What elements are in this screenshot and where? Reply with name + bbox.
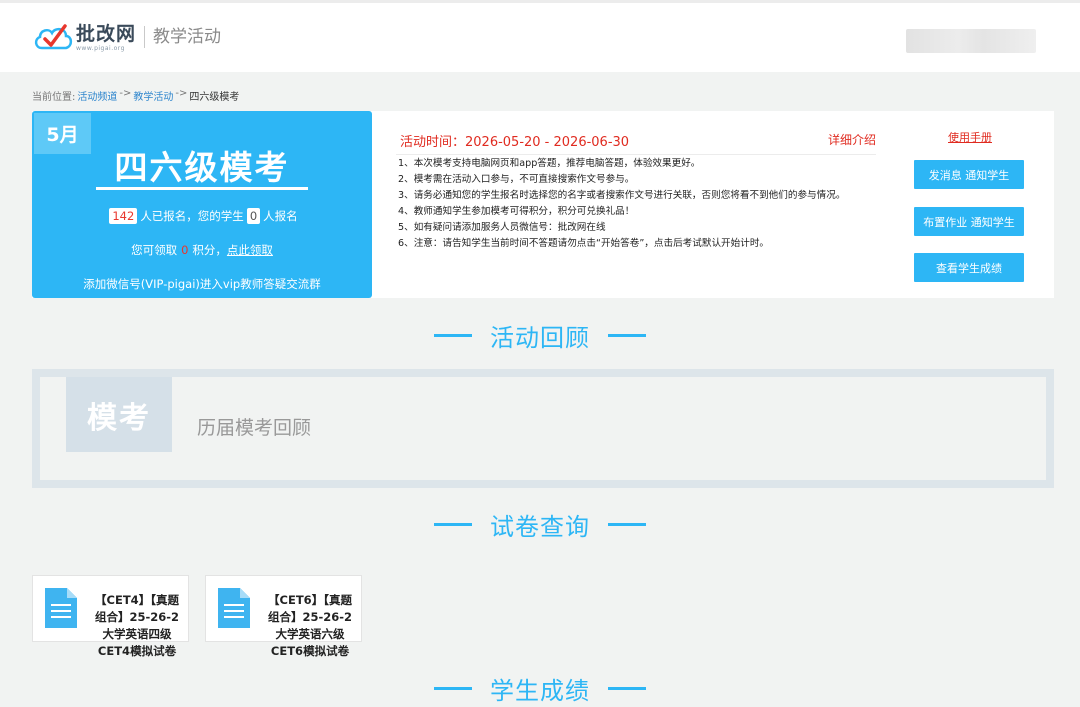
logo-name: 批改网 (76, 22, 137, 45)
student-count: 0 (246, 208, 261, 224)
cloud-check-icon (34, 24, 73, 50)
top-header: 批改网 www.pigai.org 教学活动 (0, 0, 1080, 72)
info-header: 活动时间：2026-05-20 - 2026-06-30 详细介绍 (396, 129, 876, 155)
breadcrumb-item-teaching-activity[interactable]: 教学活动 (133, 88, 173, 103)
paper-title: 【CET4】【真题组合】25-26-2大学英语四级CET4模拟试卷 (94, 593, 180, 658)
wechat-note: 添加微信号(VIP-pigai)进入vip教师答疑交流群 (83, 277, 321, 291)
section-title-scores: 学生成绩 (0, 671, 1080, 706)
site-logo[interactable]: 批改网 www.pigai.org 教学活动 (32, 21, 221, 53)
title-dash (434, 334, 472, 337)
logo-divider (144, 26, 146, 48)
title-underline (96, 187, 308, 190)
logo-url: www.pigai.org (76, 44, 125, 52)
action-panel: 使用手册 发消息 通知学生 布置作业 通知学生 查看学生成绩 (914, 111, 1024, 298)
user-info-blurred[interactable] (906, 29, 1036, 53)
breadcrumb-separator: -> (175, 88, 188, 99)
title-dash (434, 687, 472, 690)
assign-homework-button[interactable]: 布置作业 通知学生 (914, 207, 1024, 236)
breadcrumb-prefix: 当前位置: (32, 92, 76, 103)
user-manual-link[interactable]: 使用手册 (948, 129, 992, 145)
section-title-text: 学生成绩 (490, 677, 590, 705)
note-item: 6、注意：请告知学生当前时间不答题请勿点击“开始答卷”，点击后考试默认开始计时。 (398, 238, 770, 249)
send-message-button[interactable]: 发消息 通知学生 (914, 160, 1024, 189)
title-dash (608, 687, 646, 690)
signup-stats: 142 人已报名，您的学生 0 人报名 (32, 208, 372, 224)
breadcrumb: 当前位置: 活动频道 -> 教学活动 -> 四六级模考 (32, 88, 239, 103)
paper-card-cet6[interactable]: 【CET6】【真题组合】25-26-2大学英语六级CET6模拟试卷 (205, 575, 362, 658)
activity-banner: 5月 四六级模考 142 人已报名，您的学生 0 人报名 您可领取 0 积分，点此领取 添… (32, 111, 372, 298)
activity-notes: 1、本次模考支持电脑网页和app答题，推荐电脑答题，体验效果更好。 2、模考需在… (398, 156, 888, 252)
note-item: 3、请务必通知您的学生报名时选择您的名字或者搜索作文号进行关联，否则您将看不到他… (398, 190, 846, 201)
note-item: 4、教师通知学生参加模考可得积分，积分可兑换礼品！ (398, 206, 635, 217)
activity-info: 活动时间：2026-05-20 - 2026-06-30 详细介绍 1、本次模考… (396, 111, 876, 298)
review-tag: 模考 (66, 377, 172, 452)
points-suffix: 积分， (192, 243, 227, 257)
past-exams-link[interactable]: 历届模考回顾 (197, 413, 311, 440)
points-value: 0 (181, 243, 189, 257)
activity-card: 5月 四六级模考 142 人已报名，您的学生 0 人报名 您可领取 0 积分，点此领取 添… (32, 111, 1054, 298)
signup-count: 142 (109, 208, 138, 224)
paper-title: 【CET6】【真题组合】25-26-2大学英语六级CET6模拟试卷 (267, 593, 353, 658)
breadcrumb-separator: -> (119, 88, 132, 99)
detail-link[interactable]: 详细介绍 (828, 131, 876, 148)
title-dash (608, 334, 646, 337)
note-item: 5、如有疑问请添加服务人员微信号：批改网在线 (398, 222, 606, 233)
section-title-text: 活动回顾 (490, 324, 590, 352)
section-title-text: 试卷查询 (490, 513, 590, 541)
review-box: 模考 历届模考回顾 (32, 369, 1054, 488)
title-dash (434, 523, 472, 526)
view-scores-button[interactable]: 查看学生成绩 (914, 253, 1024, 282)
review-inner: 模考 历届模考回顾 (40, 377, 1046, 480)
paper-card-cet4[interactable]: 【CET4】【真题组合】25-26-2大学英语四级CET4模拟试卷 (32, 575, 189, 658)
signup-text: 人已报名，您的学生 (140, 209, 244, 223)
activity-period: 活动时间：2026-05-20 - 2026-06-30 (400, 135, 630, 150)
note-item: 2、模考需在活动入口参与，不可直接搜索作文号参与。 (398, 174, 635, 185)
document-icon (45, 588, 77, 628)
section-title-papers: 试卷查询 (0, 507, 1080, 542)
document-icon (218, 588, 250, 628)
note-item: 1、本次模考支持电脑网页和app答题，推荐电脑答题，体验效果更好。 (398, 158, 701, 169)
points-line: 您可领取 0 积分，点此领取 (32, 242, 372, 258)
activity-title: 四六级模考 (114, 148, 290, 187)
points-prefix: 您可领取 (131, 243, 178, 257)
student-text: 人报名 (263, 209, 298, 223)
breadcrumb-item-current: 四六级模考 (189, 92, 240, 103)
claim-points-link[interactable]: 点此领取 (227, 243, 273, 257)
section-title-review: 活动回顾 (0, 318, 1080, 353)
title-dash (608, 523, 646, 526)
breadcrumb-item-activity-channel[interactable]: 活动频道 (77, 88, 117, 103)
section-name: 教学活动 (153, 27, 222, 47)
